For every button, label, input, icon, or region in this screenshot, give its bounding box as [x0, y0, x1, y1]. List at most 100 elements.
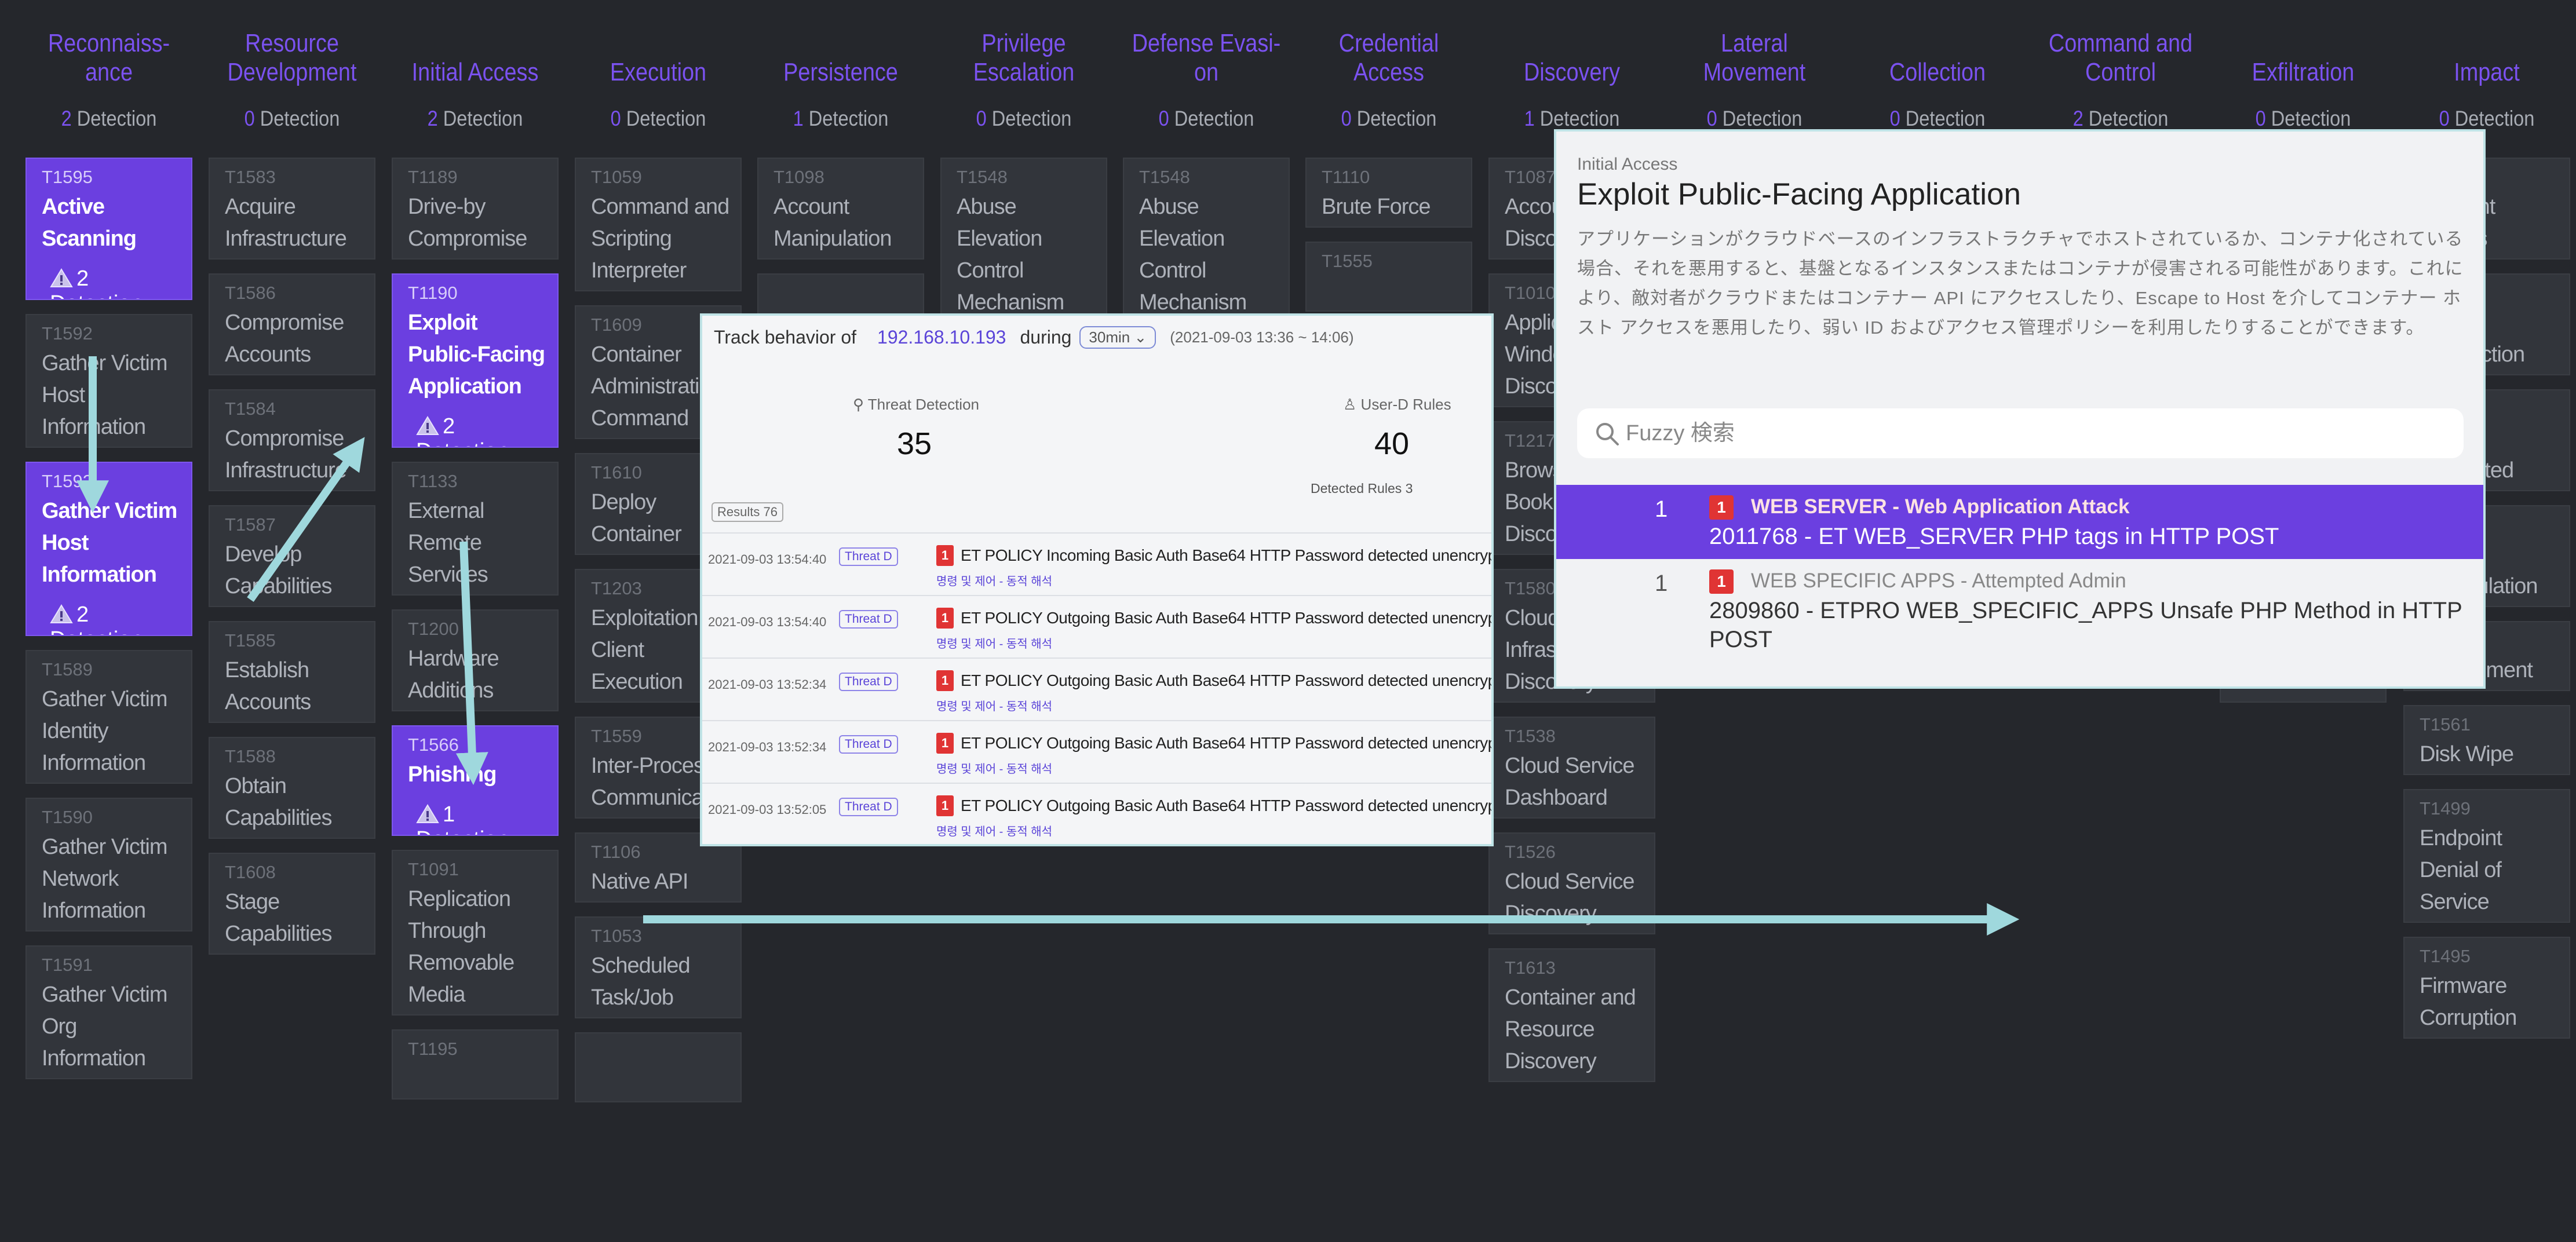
technique-card[interactable]: T1592 Gather Victim Host Information — [25, 314, 192, 448]
technique-name: Native API — [591, 870, 688, 894]
technique-id — [773, 283, 913, 304]
technique-id: T1589 — [42, 659, 93, 680]
severity-badge: 1 — [1709, 495, 1734, 520]
technique-id: T1613 — [1505, 958, 1556, 978]
technique-card[interactable]: T1587 Develop Capabilities — [209, 505, 375, 607]
technique-card[interactable]: T1495 Firmware Corruption — [2403, 937, 2570, 1039]
track-header: Track behavior of 192.168.10.193 during … — [714, 326, 1354, 349]
tactic-header[interactable]: Persistence — [766, 23, 915, 87]
tactic-header[interactable]: Reconnaiss-ance — [34, 23, 184, 87]
track-prefix: Track behavior of — [714, 327, 857, 348]
technique-detection: 2 Detection — [50, 602, 181, 635]
fuzzy-search-input[interactable]: Fuzzy 検索 — [1577, 408, 2464, 458]
technique-card[interactable]: T1538 Cloud Service Dashboard — [1488, 717, 1655, 819]
tactic-header[interactable]: Command and Control — [2046, 23, 2195, 87]
log-timestamp: 2021-09-03 13:54:40 — [708, 615, 827, 629]
technique-card[interactable]: T1561 Disk Wipe — [2403, 705, 2570, 775]
tracked-ip-link[interactable]: 192.168.10.193 — [877, 327, 1006, 348]
technique-card[interactable]: T1585 Establish Accounts — [209, 621, 375, 723]
tactic-header[interactable]: Impact — [2412, 23, 2562, 87]
technique-card[interactable]: T1190 ExploitPublic-FacingApplication 2 De… — [392, 273, 559, 448]
log-tactic-link[interactable]: 명령 및 제어 - 동적 해석 — [936, 759, 1052, 776]
log-tactic-link[interactable]: 명령 및 제어 - 동적 해석 — [936, 697, 1052, 714]
technique-card[interactable]: T1595 ActiveScanning 2 Detection — [25, 158, 192, 300]
track-behavior-panel: Track behavior of 192.168.10.193 during … — [700, 313, 1494, 846]
technique-name: Firmware Corruption — [2420, 974, 2517, 1030]
tactic-header[interactable]: Execution — [583, 23, 733, 87]
technique-name — [1322, 275, 1461, 307]
tactic-header[interactable]: Resource Development — [217, 23, 367, 87]
technique-id: T1526 — [1505, 842, 1556, 862]
technique-card[interactable]: T1608 Stage Capabilities — [209, 853, 375, 955]
rule-row[interactable]: 1 1 WEB SERVER - Web Application Attack 201… — [1556, 485, 2483, 559]
technique-id: T1595 — [42, 167, 93, 187]
rule-row[interactable]: 1 1 WEB SPECIFIC APPS - Attempted Admin 280… — [1556, 559, 2483, 652]
log-row[interactable]: 2021-09-03 13:52:34 Threat D 1 ET POLICY Ou… — [702, 657, 1491, 720]
log-tactic-link[interactable]: 명령 및 제어 - 동적 해석 — [936, 822, 1052, 839]
technique-card[interactable]: T1588 Obtain Capabilities — [209, 737, 375, 839]
technique-name: Endpoint Denial of Service — [2420, 826, 2502, 914]
technique-card[interactable]: T1584 Compromise Infrastructure — [209, 389, 375, 491]
technique-card[interactable]: T1548 Abuse Elevation Control Mechanism — [940, 158, 1107, 323]
technique-name: Scheduled Task/Job — [591, 954, 691, 1010]
technique-name: Compromise Infrastructure — [225, 426, 347, 483]
technique-card[interactable]: T1590 Gather Victim Network Information — [25, 798, 192, 932]
log-rule-name: ET POLICY Outgoing Basic Auth Base64 HTT… — [961, 671, 1494, 689]
tactic-detection-count: 1 Detection — [1524, 107, 1620, 130]
log-row[interactable]: 2021-09-03 13:52:05 Threat D 1 ET POLICY Ou… — [702, 783, 1491, 844]
log-tactic-link[interactable]: 명령 및 제어 - 동적 해석 — [936, 634, 1052, 651]
technique-card[interactable]: T1091 ReplicationThroughRemovableMedia — [392, 850, 559, 1015]
technique-card[interactable]: T1059 Command and Scripting Interpreter — [575, 158, 742, 291]
tactic-detection-count: 0 Detection — [2439, 107, 2535, 130]
technique-card[interactable]: T1526 Cloud Service Discovery — [1488, 832, 1655, 934]
technique-id: T1091 — [408, 859, 459, 879]
tactic-header[interactable]: Privilege Escalation — [949, 23, 1099, 87]
technique-card[interactable]: T1195 — [392, 1029, 559, 1099]
technique-card[interactable]: T1566 Phishing 1 Detection — [392, 725, 559, 836]
technique-card[interactable]: T1200 Hardware Additions — [392, 609, 559, 711]
technique-card[interactable]: T1589 Gather Victim Identity Information — [25, 650, 192, 784]
technique-card[interactable]: T1591 Gather Victim Org Information — [25, 945, 192, 1079]
technique-id: T1548 — [957, 167, 1008, 187]
technique-name: Develop Capabilities — [225, 542, 332, 598]
log-row[interactable]: 2021-09-03 13:54:40 Threat D 1 ET POLICY Ou… — [702, 595, 1491, 657]
technique-card[interactable]: T1098 Account Manipulation — [757, 158, 924, 260]
technique-card[interactable]: T1555 — [1305, 242, 1472, 312]
technique-name: Container and Resource Discovery — [1505, 985, 1636, 1073]
detail-category: Initial Access — [1577, 155, 1678, 174]
tactic-header[interactable]: Initial Access — [400, 23, 550, 87]
log-rule-name: ET POLICY Outgoing Basic Auth Base64 HTT… — [961, 734, 1494, 752]
tactic-header[interactable]: Discovery — [1497, 23, 1647, 87]
threat-tag: Threat D — [839, 610, 898, 629]
technique-card[interactable]: T1583 Acquire Infrastructure — [209, 158, 375, 260]
log-tactic-link[interactable]: 명령 및 제어 - 동적 해석 — [936, 572, 1052, 589]
technique-card[interactable] — [575, 1032, 742, 1102]
technique-card[interactable]: T1499 Endpoint Denial of Service — [2403, 789, 2570, 923]
log-row[interactable]: 2021-09-03 13:54:40 Threat D 1 ET POLICY In… — [702, 532, 1491, 595]
technique-card[interactable]: T1189 Drive-by Compromise — [392, 158, 559, 260]
tactic-header[interactable]: Exfiltration — [2228, 23, 2378, 87]
technique-card[interactable]: T1133 External Remote Services — [392, 462, 559, 596]
technique-name: Gather Victim Network Information — [42, 835, 167, 923]
tactic-header[interactable]: Collection — [1863, 23, 2012, 87]
user-rules-label: ♙ User-D Rules — [1343, 396, 1451, 413]
technique-id: T1588 — [225, 746, 276, 766]
tactic-detection-count: 2 Detection — [427, 107, 523, 130]
technique-card[interactable]: T1592 Gather VictimHostInformation 2 Detec… — [25, 462, 192, 636]
rule-classification: WEB SERVER - Web Application Attack — [1751, 495, 2130, 518]
tactic-header[interactable]: Credential Access — [1314, 23, 1464, 87]
technique-card[interactable]: T1548 Abuse Elevation Control Mechanism — [1123, 158, 1290, 323]
technique-card[interactable]: T1613 Container and Resource Discovery — [1488, 948, 1655, 1082]
tactic-header[interactable]: Lateral Movement — [1680, 23, 1829, 87]
technique-name: Disk Wipe — [2420, 742, 2514, 766]
tactic-header[interactable]: Defense Evasi-on — [1132, 23, 1281, 87]
severity-badge: 1 — [936, 545, 954, 566]
technique-name — [408, 1063, 547, 1095]
technique-detection: 1 Detection — [416, 802, 547, 835]
technique-card[interactable]: T1053 Scheduled Task/Job — [575, 916, 742, 1018]
technique-card[interactable]: T1110 Brute Force — [1305, 158, 1472, 228]
time-range-select[interactable]: 30min ⌄ — [1079, 326, 1156, 349]
technique-id: T1538 — [1505, 726, 1556, 746]
log-row[interactable]: 2021-09-03 13:52:34 Threat D 1 ET POLICY Ou… — [702, 720, 1491, 783]
technique-card[interactable]: T1586 Compromise Accounts — [209, 273, 375, 375]
